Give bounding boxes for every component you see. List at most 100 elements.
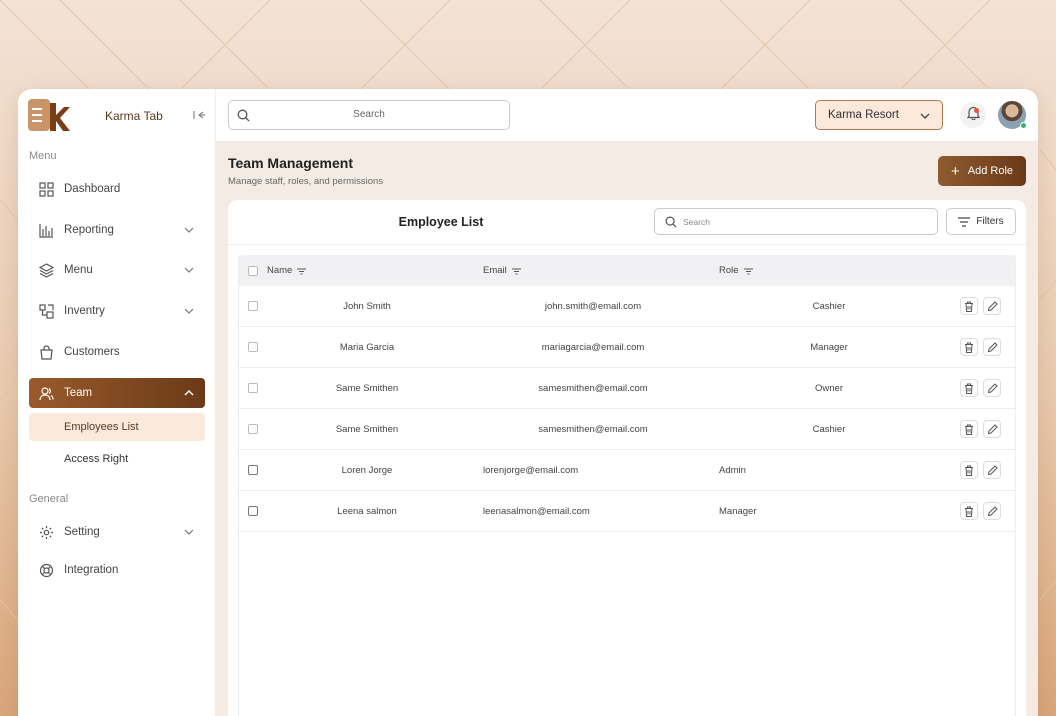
sidebar-item-label: Reporting [64, 224, 114, 236]
column-label: Role [719, 265, 739, 276]
row-checkbox[interactable] [248, 342, 258, 352]
employee-search-input[interactable]: Search [654, 208, 938, 235]
edit-button[interactable] [983, 502, 1001, 520]
edit-button[interactable] [983, 461, 1001, 479]
sort-icon [511, 267, 521, 275]
employee-role: Manager [810, 342, 848, 353]
sidebar-subitem-access-right[interactable]: Access Right [29, 445, 205, 473]
edit-button[interactable] [983, 379, 1001, 397]
column-header-role[interactable]: Role [719, 265, 753, 276]
table-row[interactable]: Loren Jorge lorenjorge@email.com Admin [239, 450, 1015, 491]
resort-select-value: Karma Resort [828, 109, 899, 121]
row-checkbox[interactable] [248, 506, 258, 516]
select-all-checkbox[interactable] [248, 266, 258, 276]
sidebar-item-customers[interactable]: Customers [29, 337, 205, 367]
inventory-icon [38, 303, 54, 319]
delete-button[interactable] [960, 379, 978, 397]
delete-button[interactable] [960, 338, 978, 356]
collapse-sidebar-icon[interactable] [192, 108, 206, 122]
edit-button[interactable] [983, 338, 1001, 356]
delete-button[interactable] [960, 461, 978, 479]
filters-label: Filters [976, 216, 1004, 227]
page-title: Team Management [228, 155, 353, 171]
sidebar-item-dashboard[interactable]: Dashboard [29, 174, 205, 204]
sidebar-item-integration[interactable]: Integration [29, 555, 205, 585]
notifications-button[interactable] [960, 102, 986, 128]
filters-button[interactable]: Filters [946, 208, 1016, 235]
layers-icon [38, 262, 54, 278]
employee-name: John Smith [343, 301, 391, 312]
employee-role: Cashier [812, 301, 846, 312]
employee-name: Loren Jorge [341, 465, 393, 476]
sidebar-item-inventry[interactable]: Inventry [29, 296, 205, 326]
column-label: Name [267, 265, 293, 276]
delete-button[interactable] [960, 297, 978, 315]
general-section-label: General [29, 493, 69, 505]
sidebar-item-team[interactable]: Team [29, 378, 205, 408]
sidebar-item-reporting[interactable]: Reporting [29, 215, 205, 245]
menu-section-label: Menu [29, 150, 57, 162]
employee-role: Manager [719, 506, 757, 517]
row-checkbox[interactable] [248, 465, 258, 475]
column-header-email[interactable]: Email [483, 265, 521, 276]
pencil-icon [987, 382, 998, 393]
edit-button[interactable] [983, 420, 1001, 438]
chevron-down-icon [183, 224, 195, 236]
karma-tab-logo[interactable] [28, 99, 70, 133]
lifebuoy-icon [38, 562, 54, 578]
search-placeholder: Search [353, 109, 385, 120]
table-row[interactable]: Maria Garcia mariagarcia@email.com Manag… [239, 327, 1015, 368]
trash-icon [965, 424, 973, 435]
sidebar-item-label: Inventry [64, 305, 105, 317]
column-header-name[interactable]: Name [267, 265, 307, 276]
table-header: Name Email Role [239, 255, 1015, 286]
sidebar-item-label: Dashboard [64, 183, 121, 195]
top-bar: Search Karma Resort [216, 89, 1038, 142]
pencil-icon [987, 300, 998, 311]
user-avatar[interactable] [998, 101, 1027, 129]
edit-button[interactable] [983, 297, 1001, 315]
resort-select[interactable]: Karma Resort [815, 100, 943, 130]
table-row[interactable]: Leena salmon leenasalmon@email.com Manag… [239, 491, 1015, 532]
sidebar-item-label: Setting [64, 526, 100, 538]
sidebar-item-label: Customers [64, 346, 120, 358]
employee-role: Owner [815, 383, 843, 394]
employee-email: john.smith@email.com [544, 301, 642, 312]
chevron-down-icon [183, 264, 195, 276]
page-subtitle: Manage staff, roles, and permissions [228, 176, 384, 187]
grid-icon [38, 181, 54, 197]
table-row[interactable]: John Smith john.smith@email.com Cashier [239, 286, 1015, 327]
employee-email: leenasalmon@email.com [483, 506, 590, 517]
employee-email: samesmithen@email.com [538, 424, 648, 435]
sidebar-subitem-employees-list[interactable]: Employees List [29, 413, 205, 441]
pencil-icon [987, 505, 998, 516]
sidebar-item-label: Menu [64, 264, 93, 276]
employee-name: Same Smithen [335, 424, 399, 435]
employee-role: Cashier [812, 424, 846, 435]
row-checkbox[interactable] [248, 383, 258, 393]
shopping-bag-icon [38, 344, 54, 360]
delete-button[interactable] [960, 420, 978, 438]
chevron-down-icon [920, 111, 930, 121]
add-role-label: Add Role [967, 165, 1014, 177]
employee-list-card: Employee List Search Filters Name Email … [228, 200, 1026, 716]
table-row[interactable]: Same Smithen samesmithen@email.com Cashi… [239, 409, 1015, 450]
employee-name: Same Smithen [335, 383, 399, 394]
sidebar-item-setting[interactable]: Setting [29, 517, 205, 547]
search-icon [665, 215, 677, 228]
pencil-icon [987, 341, 998, 352]
divider [228, 244, 1026, 245]
chevron-down-icon [183, 526, 195, 538]
table-row[interactable]: Same Smithen samesmithen@email.com Owner [239, 368, 1015, 409]
global-search-input[interactable]: Search [228, 100, 510, 130]
column-label: Email [483, 265, 507, 276]
app-name: Karma Tab [105, 109, 163, 123]
row-checkbox[interactable] [248, 301, 258, 311]
delete-button[interactable] [960, 502, 978, 520]
gear-icon [38, 524, 54, 540]
add-role-button[interactable]: + Add Role [938, 156, 1026, 186]
employee-role: Admin [719, 465, 746, 476]
row-checkbox[interactable] [248, 424, 258, 434]
employee-email: samesmithen@email.com [538, 383, 648, 394]
sidebar-item-menu[interactable]: Menu [29, 255, 205, 285]
